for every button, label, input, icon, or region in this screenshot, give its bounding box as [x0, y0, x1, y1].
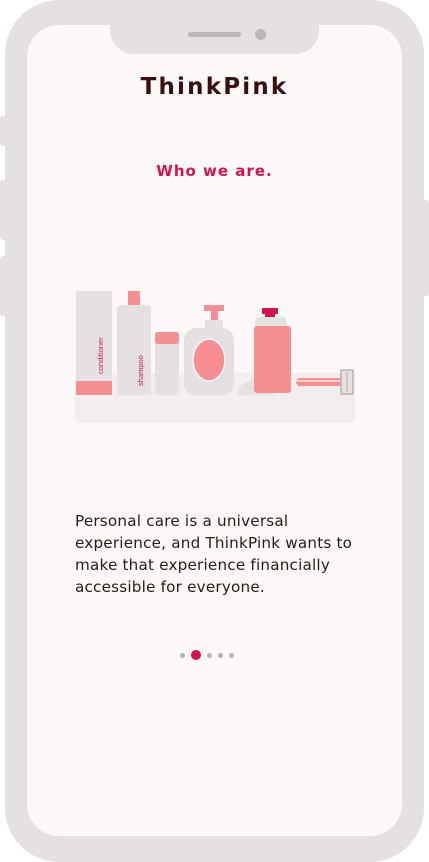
shampoo-label: shampoo	[136, 355, 145, 386]
side-button-mute	[0, 116, 8, 146]
front-camera	[255, 29, 266, 40]
personal-care-products-illustration: conditioner shampoo	[75, 291, 355, 423]
page-dot-2-active[interactable]	[191, 650, 201, 660]
page-dot-4[interactable]	[218, 652, 223, 658]
page-dot-3[interactable]	[207, 652, 212, 658]
page-dot-5[interactable]	[229, 652, 234, 658]
side-button-volume-up	[0, 180, 8, 240]
pagination-dots	[180, 648, 234, 662]
notch	[110, 0, 319, 54]
side-button-volume-down	[0, 256, 8, 316]
page-headline: Who we are.	[156, 162, 273, 180]
conditioner-label: conditioner	[96, 337, 105, 374]
shampoo-bottle: shampoo	[117, 291, 151, 395]
screen	[27, 25, 402, 836]
brand-title: ThinkPink	[140, 74, 289, 100]
shaving-cream-can	[254, 308, 291, 393]
deodorant	[155, 332, 179, 395]
soap-pump-bottle	[184, 305, 234, 395]
speaker-grille	[188, 32, 241, 37]
conditioner-bottle: conditioner	[76, 291, 112, 395]
page-dot-1[interactable]	[180, 652, 185, 658]
side-button-power	[421, 200, 429, 296]
intro-paragraph: Personal care is a universal experience,…	[75, 512, 353, 596]
